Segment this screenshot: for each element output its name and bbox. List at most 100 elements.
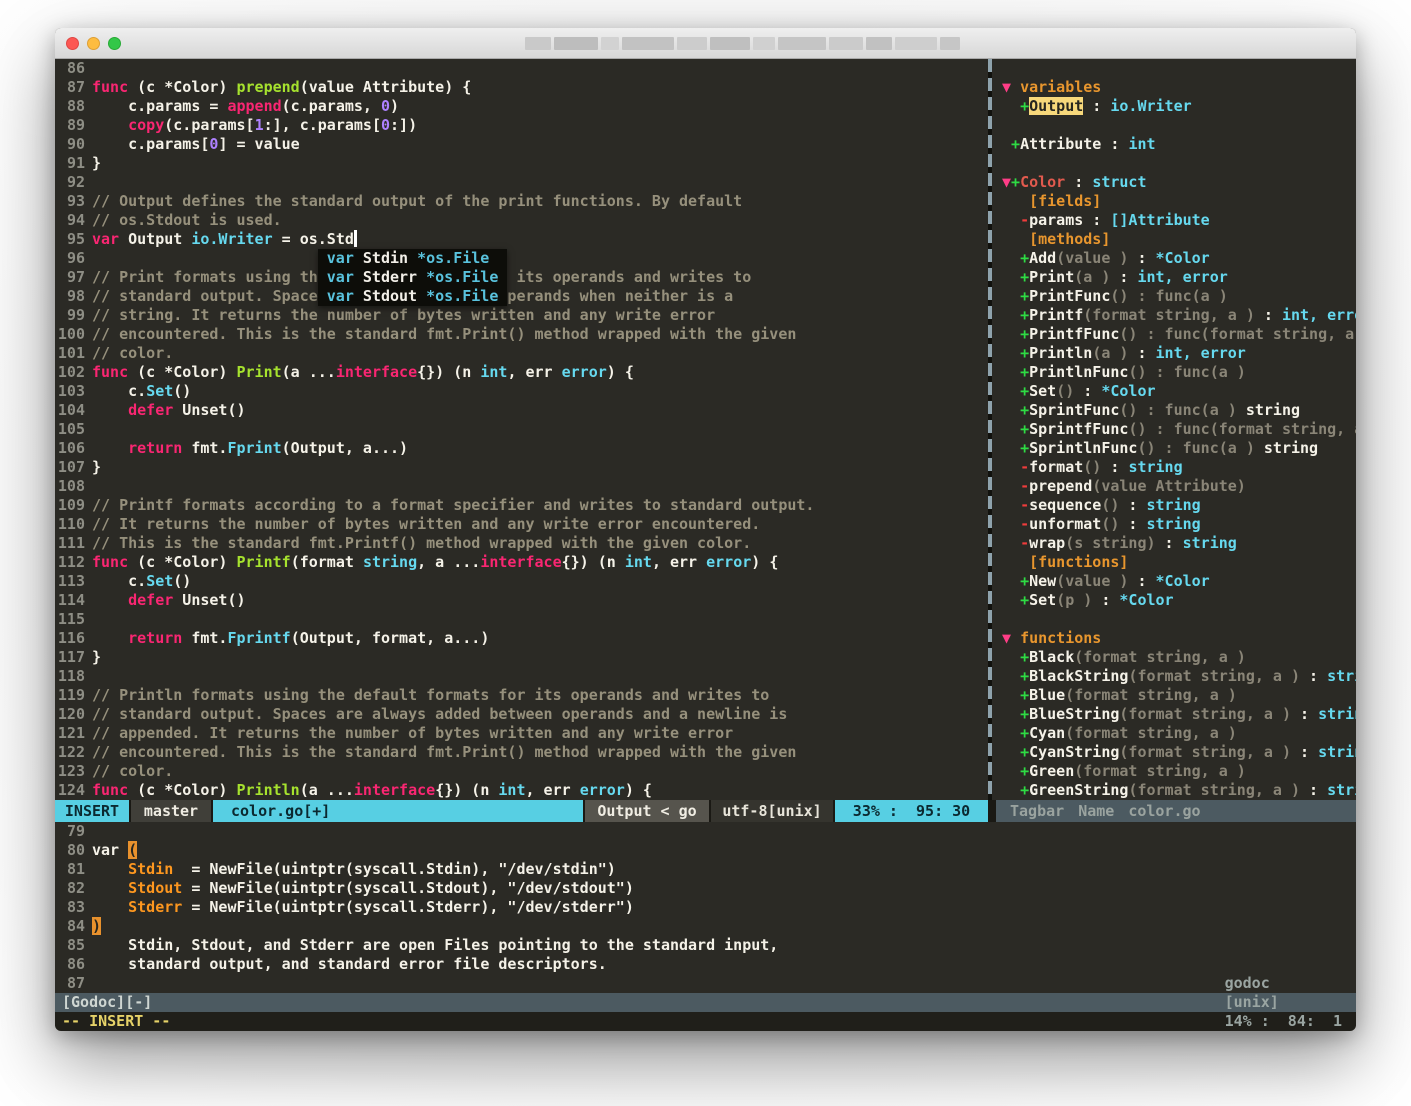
code-line[interactable]: 105 — [55, 420, 986, 439]
tagbar-row[interactable]: +PrintfFunc() : func(format string, a ) — [1002, 325, 1356, 344]
main-editor-pane[interactable]: 8687func (c *Color) prepend(value Attrib… — [55, 59, 986, 800]
code-line[interactable]: 86 — [55, 59, 986, 78]
code-line[interactable]: 124func (c *Color) Println(a ...interfac… — [55, 781, 986, 800]
tagbar-row[interactable]: +Printf(format string, a ) : int, error — [1002, 306, 1356, 325]
tagbar-row[interactable]: +Add(value ) : *Color — [1002, 249, 1356, 268]
tagbar-row[interactable]: +Green(format string, a ) — [1002, 762, 1356, 781]
code-line[interactable]: 111// This is the standard fmt.Printf() … — [55, 534, 986, 553]
tagbar-row[interactable] — [1002, 116, 1356, 135]
tagbar-row[interactable] — [1002, 610, 1356, 629]
code-line[interactable]: 96 — [55, 249, 986, 268]
code-line[interactable]: 87func (c *Color) prepend(value Attribut… — [55, 78, 986, 97]
tagbar-row[interactable]: ▼ functions — [1002, 629, 1356, 648]
code-line[interactable]: 112func (c *Color) Printf(format string,… — [55, 553, 986, 572]
minimize-button[interactable] — [87, 37, 100, 50]
tagbar-row[interactable]: +GreenString(format string, a ) : string — [1002, 781, 1356, 800]
code-line[interactable]: 118 — [55, 667, 986, 686]
code-line[interactable]: 94// os.Stdout is used. — [55, 211, 986, 230]
tagbar-row[interactable]: +Output : io.Writer — [1002, 97, 1356, 116]
godoc-line[interactable]: 79 — [55, 822, 1356, 841]
tagbar-row[interactable]: +Cyan(format string, a ) — [1002, 724, 1356, 743]
tagbar-row[interactable]: +PrintlnFunc() : func(a ) — [1002, 363, 1356, 382]
godoc-line[interactable]: 85 Stdin, Stdout, and Stderr are open Fi… — [55, 936, 1356, 955]
code-line[interactable]: 99// string. It returns the number of by… — [55, 306, 986, 325]
tagbar-row[interactable]: +Black(format string, a ) — [1002, 648, 1356, 667]
completion-item[interactable]: var Stdin *os.File — [318, 249, 508, 268]
tagbar-row[interactable]: +Print(a ) : int, error — [1002, 268, 1356, 287]
code-line[interactable]: 117} — [55, 648, 986, 667]
line-text: +Set(p ) : *Color — [1002, 591, 1174, 610]
godoc-line[interactable]: 80var ( — [55, 841, 1356, 860]
tagbar-row[interactable]: [methods] — [1002, 230, 1356, 249]
code-line[interactable]: 102func (c *Color) Print(a ...interface{… — [55, 363, 986, 382]
code-line[interactable]: 91} — [55, 154, 986, 173]
tagbar-row[interactable]: +Set(p ) : *Color — [1002, 591, 1356, 610]
line-number: 112 — [55, 553, 85, 572]
completion-popup[interactable]: var Stdin *os.Filevar Stderr *os.Filevar… — [318, 249, 508, 306]
code-line[interactable]: 103 c.Set() — [55, 382, 986, 401]
code-line[interactable]: 120// standard output. Spaces are always… — [55, 705, 986, 724]
code-line[interactable]: 100// encountered. This is the standard … — [55, 325, 986, 344]
tagbar-row[interactable]: ▼+Color : struct — [1002, 173, 1356, 192]
code-line[interactable]: 93// Output defines the standard output … — [55, 192, 986, 211]
code-line[interactable]: 97// Print formats using the default for… — [55, 268, 986, 287]
tagbar-pane[interactable]: ▼ variables +Output : io.Writer +Attribu… — [996, 59, 1356, 800]
code-line[interactable]: 98// standard output. Spaces are added b… — [55, 287, 986, 306]
completion-item[interactable]: var Stdout *os.File — [318, 287, 508, 306]
tagbar-row[interactable]: -sequence() : string — [1002, 496, 1356, 515]
tagbar-row[interactable]: -params : []Attribute — [1002, 211, 1356, 230]
code-line[interactable]: 108 — [55, 477, 986, 496]
tagbar-row[interactable]: +Set() : *Color — [1002, 382, 1356, 401]
tagbar-row[interactable]: -unformat() : string — [1002, 515, 1356, 534]
tagbar-row[interactable]: +BlackString(format string, a ) : string — [1002, 667, 1356, 686]
code-token: io.Writer — [1110, 97, 1191, 115]
tagbar-row[interactable]: -wrap(s string) : string — [1002, 534, 1356, 553]
code-line[interactable]: 95var Output io.Writer = os.Std — [55, 230, 986, 249]
tagbar-row[interactable]: -prepend(value Attribute) — [1002, 477, 1356, 496]
code-line[interactable]: 92 — [55, 173, 986, 192]
godoc-line[interactable]: 83 Stderr = NewFile(uintptr(syscall.Stde… — [55, 898, 1356, 917]
tagbar-row[interactable]: +SprintlnFunc() : func(a ) string — [1002, 439, 1356, 458]
code-line[interactable]: 122// encountered. This is the standard … — [55, 743, 986, 762]
code-line[interactable]: 119// Println formats using the default … — [55, 686, 986, 705]
zoom-button[interactable] — [108, 37, 121, 50]
code-line[interactable]: 104 defer Unset() — [55, 401, 986, 420]
godoc-line[interactable]: 81 Stdin = NewFile(uintptr(syscall.Stdin… — [55, 860, 1356, 879]
code-line[interactable]: 114 defer Unset() — [55, 591, 986, 610]
code-line[interactable]: 115 — [55, 610, 986, 629]
code-line[interactable]: 89 copy(c.params[1:], c.params[0:]) — [55, 116, 986, 135]
vertical-split-separator[interactable] — [986, 59, 996, 800]
godoc-line[interactable]: 82 Stdout = NewFile(uintptr(syscall.Stdo… — [55, 879, 1356, 898]
code-line[interactable]: 110// It returns the number of bytes wri… — [55, 515, 986, 534]
tagbar-row[interactable] — [1002, 154, 1356, 173]
titlebar[interactable] — [55, 28, 1356, 59]
code-token: {}) (n — [562, 553, 625, 571]
tagbar-row[interactable]: +SprintfFunc() : func(format string, a )… — [1002, 420, 1356, 439]
completion-item[interactable]: var Stderr *os.File — [318, 268, 508, 287]
code-line[interactable]: 106 return fmt.Fprint(Output, a...) — [55, 439, 986, 458]
code-line[interactable]: 116 return fmt.Fprintf(Output, format, a… — [55, 629, 986, 648]
code-line[interactable]: 90 c.params[0] = value — [55, 135, 986, 154]
tagbar-row[interactable]: +Println(a ) : int, error — [1002, 344, 1356, 363]
close-button[interactable] — [66, 37, 79, 50]
code-line[interactable]: 107} — [55, 458, 986, 477]
tagbar-row[interactable]: ▼ variables — [1002, 78, 1356, 97]
tagbar-row[interactable]: +New(value ) : *Color — [1002, 572, 1356, 591]
code-line[interactable]: 121// appended. It returns the number of… — [55, 724, 986, 743]
tagbar-row[interactable]: +Attribute : int — [1002, 135, 1356, 154]
tagbar-row[interactable]: +BlueString(format string, a ) : string — [1002, 705, 1356, 724]
tagbar-row[interactable]: +CyanString(format string, a ) : string — [1002, 743, 1356, 762]
code-line[interactable]: 88 c.params = append(c.params, 0) — [55, 97, 986, 116]
tagbar-row[interactable] — [1002, 59, 1356, 78]
code-line[interactable]: 101// color. — [55, 344, 986, 363]
tagbar-row[interactable]: -format() : string — [1002, 458, 1356, 477]
tagbar-row[interactable]: [fields] — [1002, 192, 1356, 211]
tagbar-row[interactable]: +SprintFunc() : func(a ) string — [1002, 401, 1356, 420]
tagbar-row[interactable]: +Blue(format string, a ) — [1002, 686, 1356, 705]
code-line[interactable]: 123// color. — [55, 762, 986, 781]
godoc-line[interactable]: 84) — [55, 917, 1356, 936]
code-line[interactable]: 109// Printf formats according to a form… — [55, 496, 986, 515]
tagbar-row[interactable]: [functions] — [1002, 553, 1356, 572]
tagbar-row[interactable]: +PrintFunc() : func(a ) — [1002, 287, 1356, 306]
code-line[interactable]: 113 c.Set() — [55, 572, 986, 591]
